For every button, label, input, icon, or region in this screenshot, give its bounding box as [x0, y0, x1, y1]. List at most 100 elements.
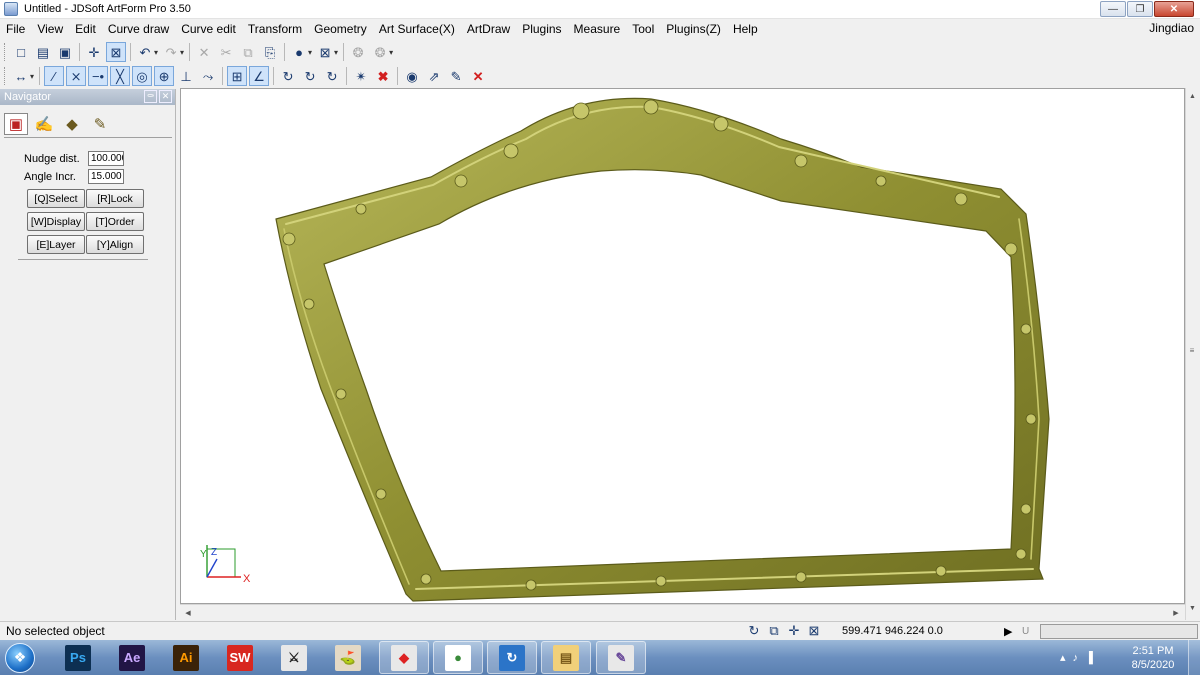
start-button[interactable]: ❖ — [0, 640, 40, 675]
angle-snap-icon[interactable]: ∠ — [249, 66, 270, 86]
delete-icon[interactable]: ✕ — [194, 42, 214, 62]
circle-center-icon[interactable]: ◎ — [132, 66, 153, 86]
perpendicular-icon[interactable]: ⊥ — [176, 66, 196, 86]
redo-dropdown-icon[interactable]: ▾ — [180, 48, 184, 57]
lock-button[interactable]: [R]Lock — [86, 189, 144, 208]
tab-object-icon[interactable]: ▣ — [4, 113, 28, 135]
menu-plugins-z[interactable]: Plugins(Z) — [660, 22, 727, 36]
menu-plugins[interactable]: Plugins — [516, 22, 567, 36]
clock[interactable]: 2:51 PM 8/5/2020 — [1128, 644, 1178, 672]
delete-node-icon[interactable]: ✖ — [373, 66, 393, 86]
shading-dropdown-icon[interactable]: ▾ — [308, 48, 312, 57]
scroll-down-icon[interactable]: ▼ — [1186, 602, 1199, 615]
snap-mode-dropdown-icon[interactable]: ▾ — [30, 72, 34, 81]
redo-icon[interactable]: ↷ — [161, 42, 181, 62]
note-edit-icon[interactable]: ✎ — [446, 66, 466, 86]
crosshair-icon[interactable]: ✛ — [786, 623, 802, 639]
trim-icon[interactable]: ✴ — [351, 66, 371, 86]
play-icon[interactable]: ▶ — [1004, 625, 1012, 638]
refresh-icon[interactable]: ↻ — [746, 623, 762, 639]
tangent-circle-icon[interactable]: ⊕ — [154, 66, 175, 86]
angle-field[interactable]: 15.000 — [88, 169, 124, 184]
menu-artdraw[interactable]: ArtDraw — [461, 22, 516, 36]
tray-expand-icon[interactable]: ▴ — [1060, 651, 1066, 664]
wireframe-box-icon[interactable]: ⊠ — [315, 42, 335, 62]
menu-art-surface[interactable]: Art Surface(X) — [373, 22, 461, 36]
layer-button[interactable]: [E]Layer — [27, 235, 85, 254]
fit-view-icon[interactable]: ⊠ — [806, 623, 822, 639]
pin-icon[interactable]: ⚰ — [144, 90, 157, 103]
scroll-thumb[interactable]: ≡ — [1187, 344, 1197, 356]
menu-edit[interactable]: Edit — [69, 22, 102, 36]
scroll-right-icon[interactable]: ▶ — [1170, 607, 1182, 619]
nudge-field[interactable]: 100.000 — [88, 151, 124, 166]
scroll-up-icon[interactable]: ▲ — [1186, 90, 1199, 103]
close-red-icon[interactable]: ✕ — [468, 66, 488, 86]
toolbar-grip[interactable] — [4, 43, 7, 61]
menu-curve-draw[interactable]: Curve draw — [102, 22, 175, 36]
order-button[interactable]: [T]Order — [86, 212, 144, 231]
align-button[interactable]: [Y]Align — [86, 235, 144, 254]
open-folder-icon[interactable]: ▤ — [33, 42, 53, 62]
3d-viewport[interactable]: X Z Y — [180, 88, 1185, 604]
grid-snap-icon[interactable]: ⊞ — [227, 66, 248, 86]
cut-icon[interactable]: ✂ — [216, 42, 236, 62]
horizontal-scrollbar[interactable]: ◀ ▶ — [180, 604, 1185, 620]
copy-view-icon[interactable]: ⧉ — [766, 623, 782, 639]
rotate-view-3-icon[interactable]: ↻ — [322, 66, 342, 86]
menu-transform[interactable]: Transform — [242, 22, 308, 36]
show-desktop-button[interactable] — [1188, 640, 1200, 675]
wireframe-dropdown-icon[interactable]: ▾ — [334, 48, 338, 57]
menu-view[interactable]: View — [31, 22, 69, 36]
viewport-canvas[interactable]: X Z Y — [181, 89, 1185, 604]
volume-icon[interactable]: ♪ — [1073, 652, 1079, 664]
light-icon[interactable]: ❂ — [348, 42, 368, 62]
undo-dropdown-icon[interactable]: ▾ — [154, 48, 158, 57]
taskbar-app-1[interactable]: Ae — [107, 641, 157, 674]
taskbar-app-9[interactable]: ▤ — [541, 641, 591, 674]
tab-tool-icon[interactable]: ✎ — [88, 113, 112, 135]
taskbar-app-7[interactable]: ● — [433, 641, 483, 674]
carved-mirror-frame[interactable] — [275, 97, 1050, 602]
taskbar-app-4[interactable]: ⚔ — [269, 641, 319, 674]
taskbar-app-8[interactable]: ↻ — [487, 641, 537, 674]
rotate-view-2-icon[interactable]: ↻ — [300, 66, 320, 86]
crosshair-icon[interactable]: ✛ — [84, 42, 104, 62]
scroll-left-icon[interactable]: ◀ — [182, 607, 194, 619]
tab-edit-icon[interactable]: ✍ — [32, 113, 56, 135]
navigator-close-icon[interactable]: ✕ — [159, 90, 172, 103]
menu-file[interactable]: File — [0, 22, 31, 36]
eye-icon[interactable]: ◉ — [402, 66, 422, 86]
network-icon[interactable]: ▐ — [1085, 652, 1093, 664]
save-icon[interactable]: ▣ — [55, 42, 75, 62]
minimize-button[interactable]: — — [1100, 1, 1126, 17]
taskbar-app-0[interactable]: Ps — [53, 641, 103, 674]
taskbar-app-6[interactable]: ◆ — [379, 641, 429, 674]
point-on-curve-icon[interactable]: −• — [88, 66, 109, 86]
taskbar-app-3[interactable]: SW — [215, 641, 265, 674]
menu-help[interactable]: Help — [727, 22, 764, 36]
display-button[interactable]: [W]Display — [27, 212, 85, 231]
toolbar-grip[interactable] — [4, 67, 7, 85]
light-settings-icon[interactable]: ❂ — [370, 42, 390, 62]
select-box-icon[interactable]: ⊠ — [106, 42, 126, 62]
undo-icon[interactable]: ↶ — [135, 42, 155, 62]
measure-icon[interactable]: ⇗ — [424, 66, 444, 86]
vertical-scrollbar[interactable]: ▲ ≡ ▼ — [1185, 88, 1198, 620]
extend-icon[interactable]: ⤳ — [198, 66, 218, 86]
snap-mode-icon[interactable]: ↔ — [11, 66, 31, 86]
menu-curve-edit[interactable]: Curve edit — [175, 22, 242, 36]
taskbar-app-2[interactable]: Ai — [161, 641, 211, 674]
menu-measure[interactable]: Measure — [568, 22, 627, 36]
rotate-view-1-icon[interactable]: ↻ — [278, 66, 298, 86]
menu-geometry[interactable]: Geometry — [308, 22, 373, 36]
line-draw-icon[interactable]: ∕ — [44, 66, 65, 86]
copy-icon[interactable]: ⧉ — [238, 42, 258, 62]
taskbar-app-10[interactable]: ✎ — [596, 641, 646, 674]
light-dropdown-icon[interactable]: ▾ — [389, 48, 393, 57]
paste-icon[interactable]: ⎘ — [260, 42, 280, 62]
cross-icon[interactable]: ╳ — [110, 66, 131, 86]
select-button[interactable]: [Q]Select — [27, 189, 85, 208]
curve-intersect-icon[interactable]: ⨯ — [66, 66, 87, 86]
menu-tool[interactable]: Tool — [626, 22, 660, 36]
